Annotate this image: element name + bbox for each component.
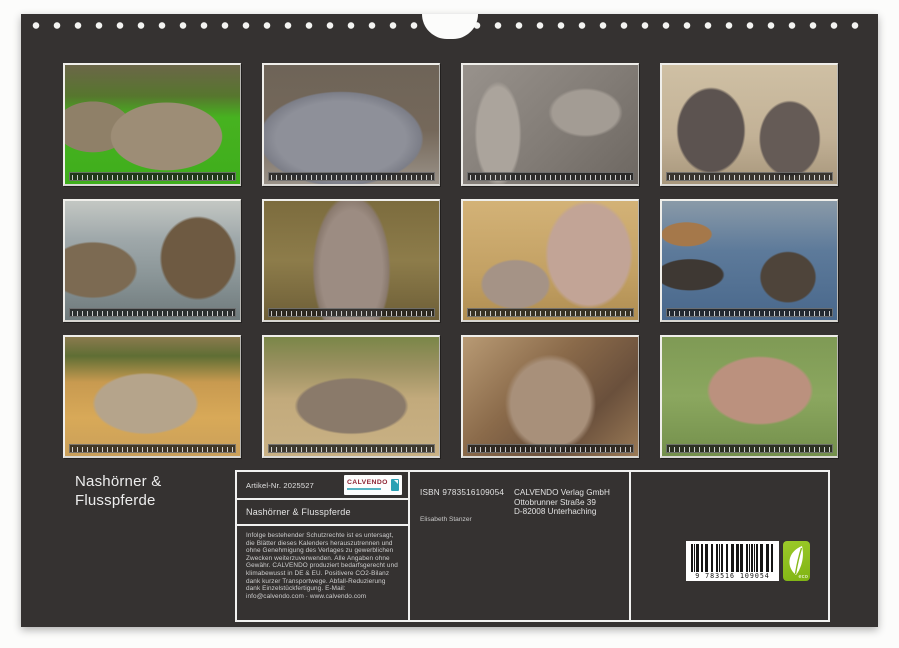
info-box: Artikel-Nr. 2025527 CALVENDO Nashörner &… (235, 470, 830, 622)
mini-date-strip (69, 444, 236, 453)
artikel-row: Artikel-Nr. 2025527 CALVENDO (237, 472, 408, 500)
publisher-line1: CALVENDO Verlag GmbH (514, 488, 610, 498)
eco-label: eco (799, 574, 808, 580)
month-thumbnails-grid (63, 63, 838, 458)
month-thumbnail-7 (461, 199, 639, 322)
mini-date-strip (69, 172, 236, 181)
mini-date-strip (666, 172, 833, 181)
month-thumbnail-12 (660, 335, 838, 458)
month-thumbnail-6 (262, 199, 440, 322)
barcode-bars (691, 544, 774, 572)
mini-date-strip (467, 444, 634, 453)
info-box-right-column: 9 783516 109054 eco (631, 472, 828, 620)
mini-date-strip (666, 308, 833, 317)
calvendo-logo: CALVENDO (344, 475, 402, 495)
info-box-left-column: Artikel-Nr. 2025527 CALVENDO Nashörner &… (237, 472, 410, 620)
month-thumbnail-10 (262, 335, 440, 458)
info-box-middle-column: ISBN 9783516109054 CALVENDO Verlag GmbH … (410, 472, 631, 620)
calendar-back-cover: Nashörner & Flusspferde Artikel-Nr. 2025… (0, 0, 899, 648)
eco-logo: eco (783, 541, 810, 581)
publisher-address: CALVENDO Verlag GmbH Ottobrunner Straße … (514, 488, 610, 517)
calendar-title-line1: Nashörner & (75, 472, 161, 491)
barcode-digits: 9 783516 109054 (691, 572, 774, 580)
mini-date-strip (69, 308, 236, 317)
calvendo-book-icon (391, 479, 399, 491)
calendar-title: Nashörner & Flusspferde (75, 472, 161, 510)
month-thumbnail-4 (660, 63, 838, 186)
mini-date-strip (268, 308, 435, 317)
mini-date-strip (467, 172, 634, 181)
calvendo-wordmark: CALVENDO (347, 480, 388, 486)
publisher-line2: Ottobrunner Straße 39 (514, 498, 610, 508)
artikel-number: Artikel-Nr. 2025527 (246, 481, 314, 490)
month-thumbnail-2 (262, 63, 440, 186)
photographer-credit: Elisabeth Stanzer (420, 516, 472, 523)
month-thumbnail-9 (63, 335, 241, 458)
mini-date-strip (268, 172, 435, 181)
calvendo-tagline-bar (347, 488, 381, 490)
mini-date-strip (467, 308, 634, 317)
info-box-title: Nashörner & Flusspferde (237, 500, 408, 526)
month-thumbnail-5 (63, 199, 241, 322)
ean-barcode: 9 783516 109054 (686, 541, 779, 581)
mini-date-strip (268, 444, 435, 453)
month-thumbnail-3 (461, 63, 639, 186)
month-thumbnail-8 (660, 199, 838, 322)
calendar-title-line2: Flusspferde (75, 491, 161, 510)
calvendo-logo-text: CALVENDO (347, 480, 388, 490)
mini-date-strip (666, 444, 833, 453)
leaf-icon (785, 543, 808, 577)
barcode-group: 9 783516 109054 eco (686, 541, 810, 581)
month-thumbnail-1 (63, 63, 241, 186)
hanger-notch (422, 14, 478, 39)
calendar-sheet: Nashörner & Flusspferde Artikel-Nr. 2025… (21, 14, 878, 627)
legal-text: Infolge bestehender Schutzrechte ist es … (237, 526, 408, 620)
month-thumbnail-11 (461, 335, 639, 458)
isbn-text: ISBN 9783516109054 (420, 488, 504, 497)
publisher-line3: D-82008 Unterhaching (514, 507, 610, 517)
